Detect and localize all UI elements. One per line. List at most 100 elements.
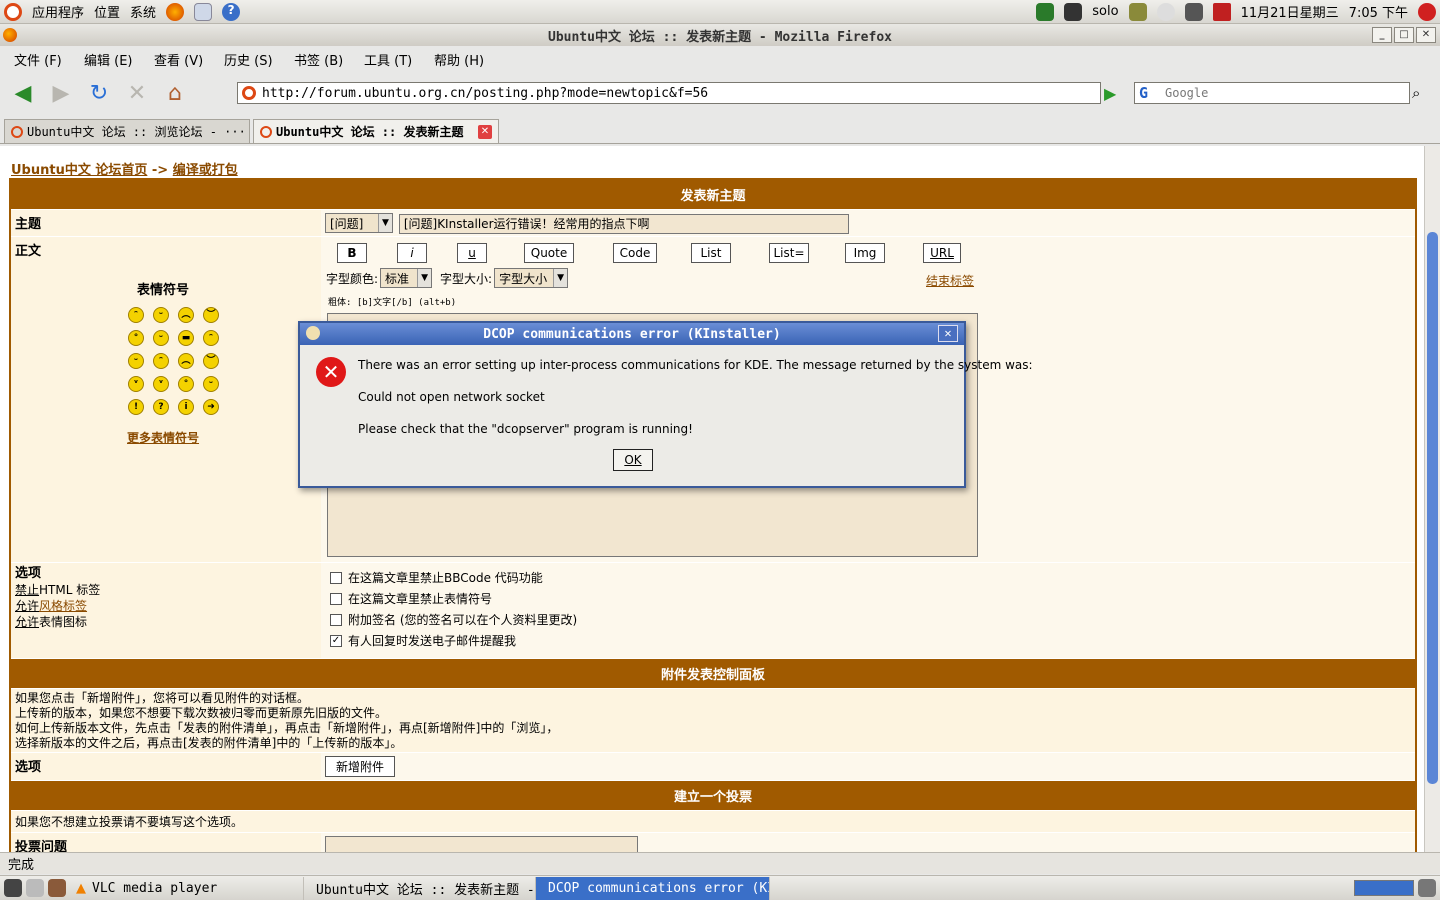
menu-system[interactable]: 系统 <box>130 2 156 21</box>
reload-icon[interactable]: ↻ <box>84 78 114 108</box>
menu-file[interactable]: 文件 (F) <box>14 50 84 69</box>
dialog-close-button[interactable]: ✕ <box>938 325 958 342</box>
stop-icon[interactable]: ✕ <box>122 78 152 108</box>
smiley-icon[interactable]: ° <box>178 376 194 392</box>
window-titlebar[interactable]: Ubuntu中文 论坛 :: 发表新主题 - Mozilla Firefox _… <box>0 24 1440 46</box>
ok-button[interactable]: OK <box>613 449 653 471</box>
task-dcop-dialog[interactable]: DCOP communications error (KIn··· <box>536 876 770 900</box>
firefox-launcher-icon[interactable] <box>166 2 185 21</box>
launcher-icon[interactable] <box>26 879 44 897</box>
tab-browse-forum[interactable]: Ubuntu中文 论坛 :: 浏览论坛 - ··· ✕ <box>4 119 250 143</box>
menu-bookmarks[interactable]: 书签 (B) <box>294 50 364 69</box>
bbcode-status-link[interactable]: 风格标签 <box>39 599 87 613</box>
checkbox-checked[interactable]: ✓ <box>330 634 342 647</box>
ubuntu-logo-icon[interactable] <box>4 2 22 21</box>
help-launcher-icon[interactable]: ? <box>222 2 241 21</box>
checkbox[interactable] <box>330 571 342 584</box>
smiley-icon[interactable]: ᵕ <box>153 330 169 346</box>
quote-button[interactable]: Quote <box>524 243 574 263</box>
more-smilies-link[interactable]: 更多表情符号 <box>127 429 199 446</box>
close-tab-icon[interactable]: ✕ <box>478 124 492 139</box>
smiley-icon[interactable]: ᵛ <box>153 376 169 392</box>
minimize-button[interactable]: _ <box>1372 27 1392 43</box>
search-icon[interactable]: ⌕ <box>1412 84 1420 102</box>
dialog-titlebar[interactable]: DCOP communications error (KInstaller) ✕ <box>300 323 964 345</box>
menu-edit[interactable]: 编辑 (E) <box>84 50 154 69</box>
menu-help[interactable]: 帮助 (H) <box>434 50 504 69</box>
system-monitor-icon[interactable] <box>1036 2 1055 21</box>
topic-type-select[interactable]: [问题] ▼ <box>325 213 393 233</box>
underline-button[interactable]: u <box>457 243 487 263</box>
subject-input[interactable]: [问题]KInstaller运行错误！经常用的指点下啊 <box>398 213 849 234</box>
scrollbar-thumb[interactable] <box>1427 232 1438 784</box>
maximize-button[interactable]: □ <box>1394 27 1414 43</box>
tray-icon[interactable] <box>1156 2 1175 21</box>
close-window-button[interactable]: ✕ <box>1416 27 1436 43</box>
checkbox[interactable] <box>330 592 342 605</box>
bold-button[interactable]: B <box>337 243 367 263</box>
menu-view[interactable]: 查看 (V) <box>154 50 224 69</box>
input-method-icon[interactable] <box>1212 2 1231 21</box>
list-button[interactable]: List <box>691 243 731 263</box>
task-firefox[interactable]: Ubuntu中文 论坛 :: 发表新主题 - ··· <box>304 876 536 900</box>
font-color-select[interactable]: 标准 ▼ <box>380 268 433 288</box>
menu-history[interactable]: 历史 (S) <box>224 50 294 69</box>
code-button[interactable]: Code <box>613 243 657 263</box>
add-attachment-button[interactable]: 新增附件 <box>325 756 396 777</box>
smiley-icon[interactable]: ᵔ <box>128 307 144 323</box>
italic-button[interactable]: i <box>397 243 427 263</box>
search-input[interactable]: G Google <box>1134 82 1410 104</box>
menu-tools[interactable]: 工具 (T) <box>364 50 434 69</box>
tab-new-topic[interactable]: Ubuntu中文 论坛 :: 发表新主题 ✕ <box>253 119 499 143</box>
url-button[interactable]: URL <box>923 243 961 263</box>
smiley-icon[interactable]: ︶ <box>203 307 219 323</box>
smiley-icon[interactable]: ➜ <box>203 399 219 415</box>
smiley-icon[interactable]: i <box>178 399 194 415</box>
ordered-list-button[interactable]: List= <box>769 243 809 263</box>
close-tags-link[interactable]: 结束标签 <box>926 272 974 289</box>
smiley-icon[interactable]: ᵔ <box>203 330 219 346</box>
clock[interactable]: 7:05 下午 <box>1349 2 1408 21</box>
power-icon[interactable] <box>1418 2 1436 21</box>
option-notify-reply[interactable]: ✓ 有人回复时发送电子邮件提醒我 <box>330 630 1411 651</box>
vertical-scrollbar[interactable] <box>1424 146 1440 852</box>
smiley-icon[interactable]: ᵕ <box>128 353 144 369</box>
mail-launcher-icon[interactable] <box>194 2 213 21</box>
smiley-icon[interactable]: ᵔ <box>153 353 169 369</box>
terminal-icon[interactable] <box>1064 2 1083 21</box>
url-bar[interactable]: http://forum.ubuntu.org.cn/posting.php?m… <box>237 82 1101 104</box>
option-disable-smilies[interactable]: 在这篇文章里禁止表情符号 <box>330 588 1411 609</box>
menu-places[interactable]: 位置 <box>94 2 120 21</box>
forward-arrow-icon[interactable]: ▶ <box>46 78 76 108</box>
option-attach-signature[interactable]: 附加签名 (您的签名可以在个人资料里更改) <box>330 609 1411 630</box>
smiley-icon[interactable]: ᵛ <box>128 376 144 392</box>
image-button[interactable]: Img <box>845 243 885 263</box>
menu-applications[interactable]: 应用程序 <box>32 2 84 21</box>
trash-icon[interactable] <box>1418 879 1436 897</box>
font-size-select[interactable]: 字型大小 ▼ <box>494 268 569 288</box>
breadcrumb-home-link[interactable]: Ubuntu中文 论坛首页 <box>11 163 147 178</box>
breadcrumb-forum-link[interactable]: 编译或打包 <box>173 163 238 178</box>
task-vlc[interactable]: ▲ VLC media player <box>70 876 304 900</box>
back-arrow-icon[interactable]: ◀ <box>8 78 38 108</box>
smiley-icon[interactable]: ! <box>128 399 144 415</box>
workspace-switcher[interactable] <box>1354 880 1414 896</box>
smiley-icon[interactable]: ︵ <box>178 353 194 369</box>
smiley-icon[interactable]: ︵ <box>178 307 194 323</box>
show-desktop-icon[interactable] <box>4 879 22 897</box>
smiley-icon[interactable]: ° <box>128 330 144 346</box>
launcher-icon[interactable] <box>48 879 66 897</box>
smiley-icon[interactable]: ? <box>153 399 169 415</box>
poll-question-input[interactable] <box>325 836 638 852</box>
smiley-icon[interactable]: ▬ <box>178 330 194 346</box>
checkbox[interactable] <box>330 613 342 626</box>
network-icon[interactable] <box>1184 2 1203 21</box>
smiley-icon[interactable]: ᵕ <box>153 307 169 323</box>
go-arrow-icon[interactable]: ▶ <box>1104 84 1116 103</box>
tray-icon[interactable] <box>1128 2 1147 21</box>
smiley-icon[interactable]: ︶ <box>203 353 219 369</box>
date-label[interactable]: 11月21日星期三 <box>1241 2 1339 21</box>
smiley-icon[interactable]: ᵕ <box>203 376 219 392</box>
home-icon[interactable]: ⌂ <box>160 78 190 108</box>
option-disable-bbcode[interactable]: 在这篇文章里禁止BBCode 代码功能 <box>330 567 1411 588</box>
